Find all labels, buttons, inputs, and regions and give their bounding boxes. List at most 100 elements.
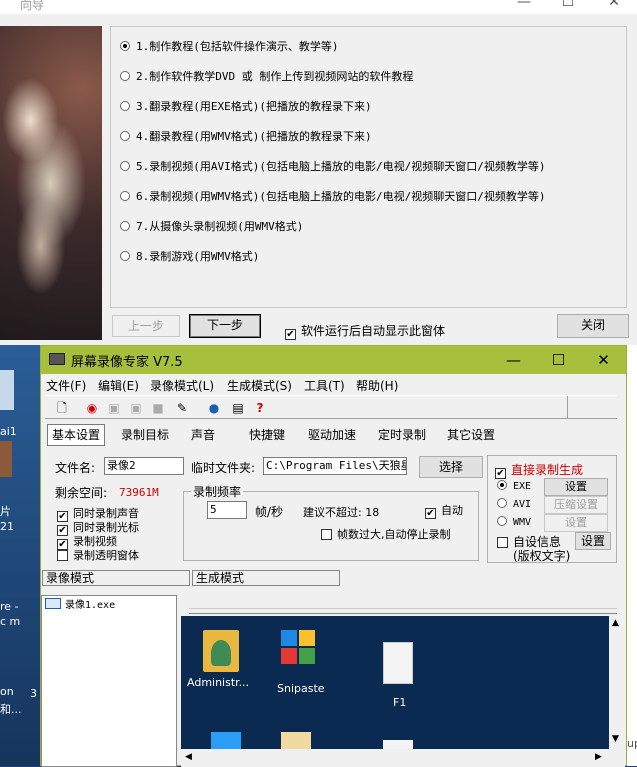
brush-icon[interactable]: ✎: [173, 399, 191, 417]
preview-vscrollbar[interactable]: [609, 616, 625, 767]
wizard-option-4[interactable]: 4.翻录教程(用WMV格式)(把播放的教程录下来): [120, 128, 372, 144]
scroll-down-icon[interactable]: ▼: [612, 734, 619, 744]
tab-timer[interactable]: 定时录制: [374, 424, 430, 446]
framerate-input[interactable]: 5: [207, 501, 247, 519]
autoshow-checkbox[interactable]: ✔ 软件运行后自动显示此窗体: [285, 322, 445, 340]
menu-gen-mode[interactable]: 生成模式(S): [227, 377, 292, 394]
checkbox-empty-icon[interactable]: [57, 550, 68, 561]
file-name: 录像1.exe: [65, 600, 116, 611]
snipaste-icon[interactable]: [281, 630, 317, 666]
browse-button[interactable]: 选择: [419, 456, 483, 478]
main-maximize-button[interactable]: ☐: [536, 346, 581, 374]
checkbox-empty-icon[interactable]: [497, 537, 508, 548]
wizard-option-8[interactable]: 8.录制游戏(用WMV格式): [120, 248, 259, 264]
checkbox-empty-icon[interactable]: [321, 529, 332, 540]
checkmark-icon[interactable]: ✔: [495, 468, 506, 479]
wizard-option-7[interactable]: 7.从摄像头录制视频(用WMV格式): [120, 218, 303, 234]
radio-selected-icon[interactable]: [497, 480, 507, 490]
desktop-left-strip: ai1 21 片 re - c m on 和... 3: [0, 345, 40, 766]
document-icon[interactable]: [383, 642, 413, 684]
stop-icon[interactable]: ▣: [127, 399, 145, 417]
tab-target[interactable]: 录制目标: [117, 424, 173, 446]
wizard-maximize-button[interactable]: ☐: [545, 0, 591, 14]
radio-icon[interactable]: [120, 191, 130, 201]
menu-record-mode[interactable]: 录像模式(L): [150, 377, 214, 394]
direct-gen-checkbox[interactable]: ✔ 直接录制生成: [495, 461, 583, 479]
tab-other[interactable]: 其它设置: [443, 424, 499, 446]
wizard-close-x-button[interactable]: ✕: [591, 0, 637, 14]
radio-icon[interactable]: [120, 251, 130, 261]
scroll-right-icon[interactable]: ▶: [595, 752, 602, 762]
wizard-option-5[interactable]: 5.录制视频(用AVI格式)(包括电脑上播放的电影/电视/视频聊天窗口/视频教学…: [120, 158, 545, 174]
desktop-image-icon[interactable]: [0, 441, 12, 477]
autostop-label: 帧数过大,自动停止录制: [337, 528, 451, 541]
radio-icon[interactable]: [120, 71, 130, 81]
framerate-unit: 帧/秒: [255, 505, 284, 519]
avi-compress-button[interactable]: 压缩设置: [544, 496, 608, 514]
photo-icon[interactable]: ▤: [229, 399, 247, 417]
menu-edit[interactable]: 编辑(E): [98, 377, 139, 394]
checkmark-icon[interactable]: ✔: [425, 508, 436, 519]
tab-sound[interactable]: 声音: [187, 424, 219, 446]
format-label: EXE: [513, 481, 532, 492]
wmv-settings-button[interactable]: 设置: [544, 514, 608, 532]
new-file-icon[interactable]: 🗋: [53, 399, 71, 417]
menu-help[interactable]: 帮助(H): [356, 377, 398, 394]
auto-framerate-checkbox[interactable]: ✔ 自动: [425, 502, 463, 519]
wizard-minimize-button[interactable]: —: [501, 0, 547, 14]
help-icon[interactable]: ?: [251, 399, 269, 417]
gen-mode-header[interactable]: 生成模式: [192, 570, 340, 586]
autostop-checkbox[interactable]: 帧数过大,自动停止录制: [321, 526, 451, 542]
record-transparent-checkbox[interactable]: 录制透明窗体: [57, 547, 139, 563]
radio-icon[interactable]: [497, 516, 507, 526]
filename-label: 文件名:: [55, 461, 96, 475]
wizard-titlebar: 向导 — ☐ ✕: [0, 0, 637, 14]
auto-label: 自动: [441, 504, 463, 517]
scroll-left-icon[interactable]: ◀: [185, 752, 192, 762]
next-step-button[interactable]: 下一步: [189, 314, 261, 338]
radio-icon[interactable]: [497, 498, 507, 508]
desktop-file-icon[interactable]: [0, 370, 14, 410]
timeline-bar[interactable]: [189, 596, 617, 614]
radio-icon[interactable]: [120, 101, 130, 111]
radio-icon[interactable]: [120, 161, 130, 171]
record-mode-header[interactable]: 录像模式: [42, 570, 190, 586]
tempdir-input[interactable]: C:\Program Files\天狼星: [263, 457, 407, 475]
format-exe-radio[interactable]: EXE: [497, 480, 531, 492]
menubar: 文件(F) 编辑(E) 录像模式(L) 生成模式(S) 工具(T) 帮助(H): [41, 374, 626, 394]
radio-icon[interactable]: [120, 221, 130, 231]
pause-icon[interactable]: ▣: [105, 399, 123, 417]
radio-icon[interactable]: [120, 131, 130, 141]
wizard-close-button[interactable]: 关闭: [557, 314, 629, 338]
preview-hscrollbar[interactable]: [181, 749, 609, 767]
record-icon[interactable]: ◉: [83, 399, 101, 417]
prev-step-button[interactable]: 上一步: [112, 315, 180, 337]
main-minimize-button[interactable]: —: [491, 346, 536, 374]
menu-file[interactable]: 文件(F): [46, 377, 86, 394]
globe-icon[interactable]: ●: [205, 399, 223, 417]
wizard-option-1[interactable]: 1.制作教程(包括软件操作演示、教学等): [120, 38, 339, 54]
tab-basic[interactable]: 基本设置: [47, 424, 106, 446]
main-close-button[interactable]: ✕: [581, 346, 626, 374]
wizard-galaxy-image: [0, 26, 102, 340]
filename-input[interactable]: 录像2: [104, 457, 184, 475]
list-item[interactable]: 录像1.exe: [45, 596, 115, 611]
radio-selected-icon[interactable]: [120, 41, 130, 51]
exe-settings-button[interactable]: 设置: [544, 478, 608, 496]
toolbar: 🗋 ◉ ▣ ▣ ■ ✎ ● ▤ ?: [45, 395, 617, 419]
file-icon: [45, 598, 61, 609]
format-wmv-radio[interactable]: WMV: [497, 516, 531, 528]
wizard-option-3[interactable]: 3.翻录教程(用EXE格式)(把播放的教程录下来): [120, 98, 372, 114]
wizard-option-6[interactable]: 6.录制视频(用WMV格式)(包括电脑上播放的电影/电视/视频聊天窗口/视频教学…: [120, 188, 545, 204]
autoshow-label: 软件运行后自动显示此窗体: [301, 324, 446, 338]
camera-icon[interactable]: ■: [149, 399, 167, 417]
tab-driver[interactable]: 驱动加速: [304, 424, 360, 446]
scroll-up-icon[interactable]: ▲: [612, 618, 619, 628]
tab-hotkeys[interactable]: 快捷键: [245, 424, 289, 446]
format-avi-radio[interactable]: AVI: [497, 498, 531, 510]
custom-info-button[interactable]: 设置: [575, 532, 611, 550]
checkmark-icon[interactable]: ✔: [285, 329, 296, 340]
framerate-suggest: 建议不超过: 18: [303, 506, 380, 519]
wizard-option-2[interactable]: 2.制作软件教学DVD 或 制作上传到视频网站的软件教程: [120, 68, 413, 84]
menu-tools[interactable]: 工具(T): [304, 377, 345, 394]
